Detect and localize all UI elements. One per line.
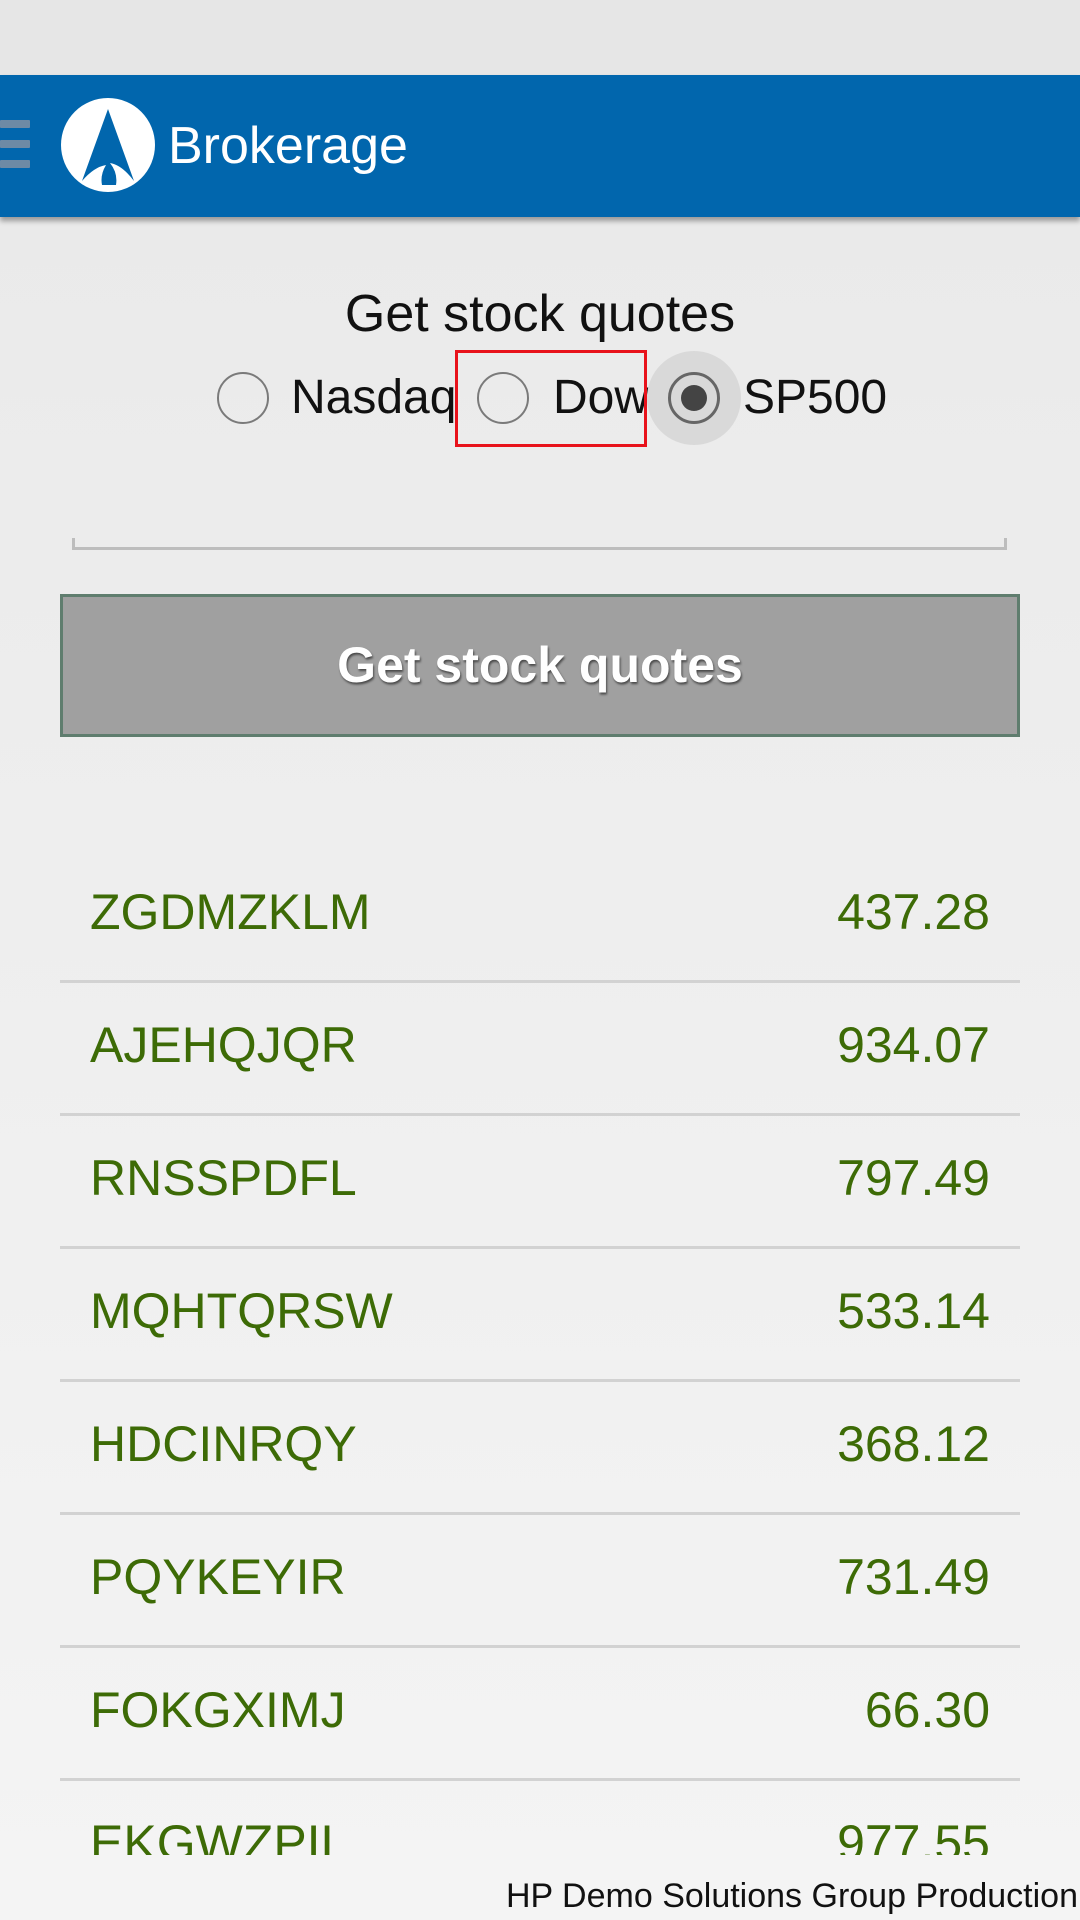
radio-nasdaq[interactable]	[217, 372, 269, 424]
footer-credit: HP Demo Solutions Group Production	[505, 1877, 1078, 1915]
symbol-input[interactable]	[72, 520, 1007, 550]
quote-price: 977.55	[837, 1815, 990, 1855]
quote-symbol: EKGWZPIL	[90, 1815, 349, 1855]
list-item[interactable]: FOKGXIMJ 66.30	[60, 1648, 1020, 1781]
list-item[interactable]: EKGWZPIL 977.55	[60, 1781, 1020, 1855]
quote-price: 533.14	[837, 1283, 990, 1339]
list-item[interactable]: RNSSPDFL 797.49	[60, 1116, 1020, 1249]
get-quotes-button[interactable]: Get stock quotes	[60, 594, 1020, 737]
quote-price: 437.28	[837, 884, 990, 940]
radio-sp500-label[interactable]: SP500	[743, 368, 887, 428]
quote-symbol: FOKGXIMJ	[90, 1682, 346, 1738]
quote-price: 934.07	[837, 1017, 990, 1073]
quote-price: 797.49	[837, 1150, 990, 1206]
quote-symbol: AJEHQJQR	[90, 1017, 357, 1073]
hamburger-menu-icon[interactable]	[0, 120, 30, 170]
highlight-box	[455, 350, 647, 447]
page-title: Get stock quotes	[344, 285, 736, 343]
quote-price: 731.49	[837, 1549, 990, 1605]
quote-symbol: HDCINRQY	[90, 1416, 357, 1472]
list-item[interactable]: HDCINRQY 368.12	[60, 1382, 1020, 1515]
quote-symbol: MQHTQRSW	[90, 1283, 393, 1339]
list-item[interactable]: MQHTQRSW 533.14	[60, 1249, 1020, 1382]
quote-symbol: RNSSPDFL	[90, 1150, 357, 1206]
status-bar	[0, 0, 1080, 75]
app-bar: Brokerage	[0, 75, 1080, 217]
quote-price: 368.12	[837, 1416, 990, 1472]
quote-price: 66.30	[864, 1682, 990, 1738]
input-tick-right	[1004, 538, 1007, 550]
quotes-list: ZGDMZKLM 437.28 AJEHQJQR 934.07 RNSSPDFL…	[60, 850, 1020, 1855]
list-item[interactable]: ZGDMZKLM 437.28	[60, 850, 1020, 983]
quote-symbol: PQYKEYIR	[90, 1549, 346, 1605]
brokerage-logo-icon	[61, 98, 155, 192]
app-title: Brokerage	[168, 117, 408, 175]
radio-nasdaq-label[interactable]: Nasdaq	[291, 368, 456, 428]
list-item[interactable]: PQYKEYIR 731.49	[60, 1515, 1020, 1648]
list-item[interactable]: AJEHQJQR 934.07	[60, 983, 1020, 1116]
quote-symbol: ZGDMZKLM	[90, 884, 371, 940]
radio-sp500[interactable]	[668, 372, 720, 424]
